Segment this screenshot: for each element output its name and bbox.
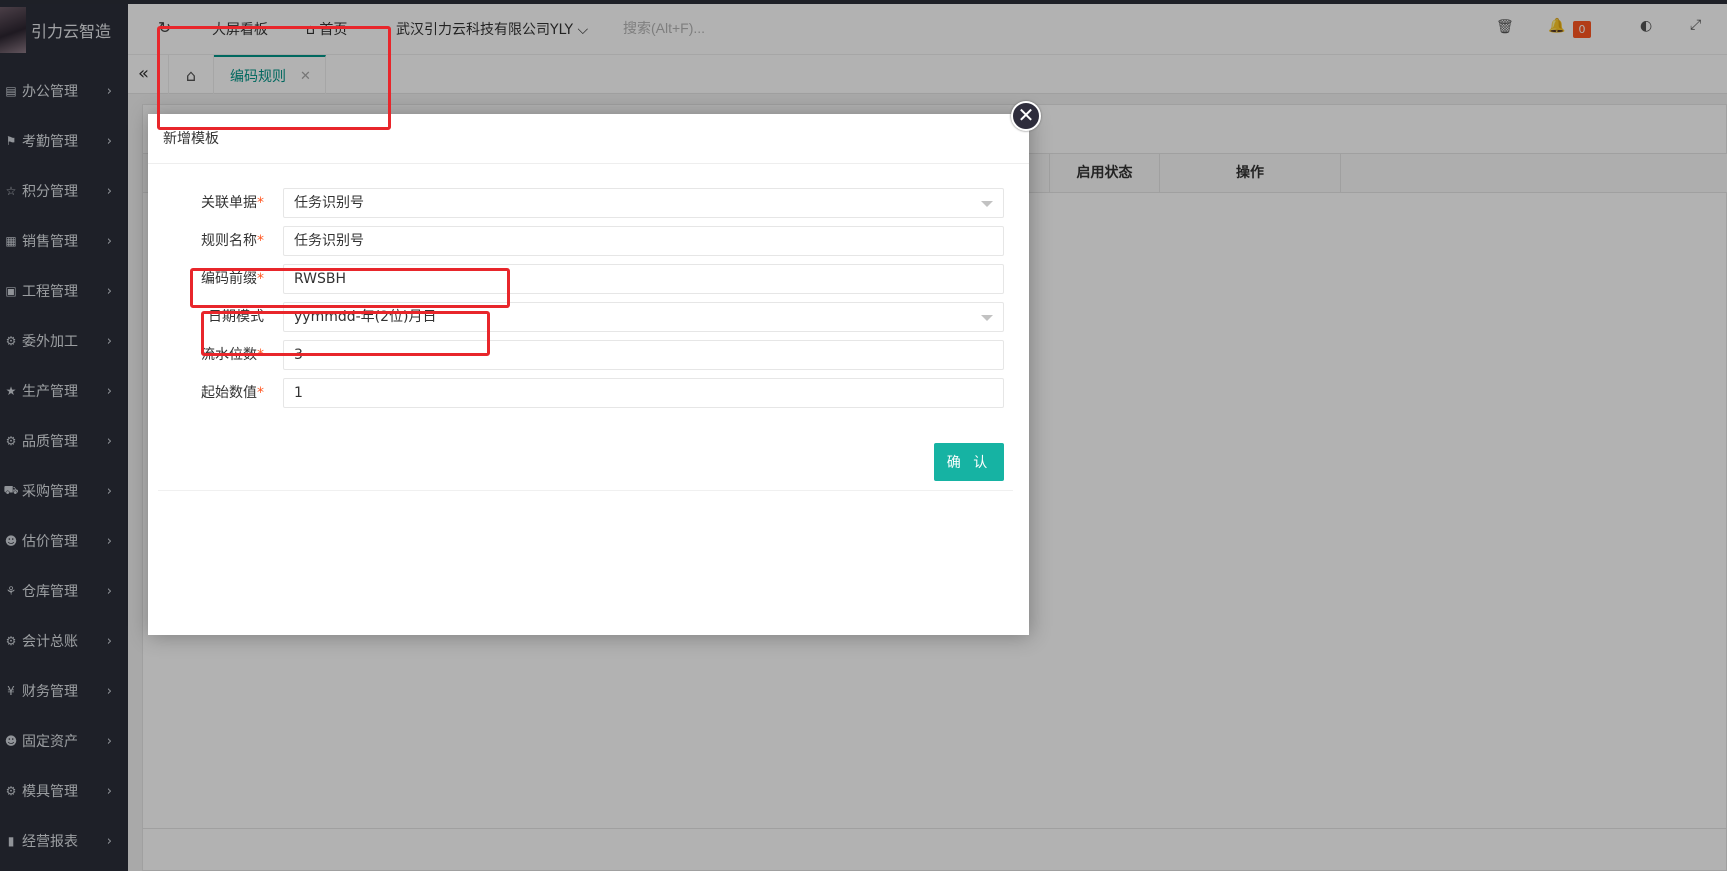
field-label-text: 规则名称	[201, 233, 257, 249]
add-template-dialog: 新增模板 ✕ 关联单据* 任务识别号 规则名称* 任务识别号 编码前缀* RWS…	[148, 101, 1041, 635]
required-mark: *	[257, 233, 264, 249]
annotation-box-code-prefix	[190, 268, 510, 308]
field-label-text: 关联单据	[201, 195, 257, 211]
start-value-label: 起始数值*	[168, 378, 278, 408]
confirm-button[interactable]: 确 认	[934, 443, 1004, 481]
linked-doc-value: 任务识别号	[294, 195, 364, 211]
annotation-box-date-mode	[201, 311, 490, 356]
form-row-start-value: 起始数值* 1	[158, 378, 1013, 408]
linked-doc-label: 关联单据*	[168, 188, 278, 218]
field-label-text: 起始数值	[201, 385, 257, 401]
form-row-linked-doc: 关联单据* 任务识别号	[158, 188, 1013, 218]
dropdown-caret-icon	[981, 201, 993, 207]
linked-doc-select[interactable]: 任务识别号	[283, 188, 1004, 218]
start-value-input[interactable]: 1	[283, 378, 1004, 408]
required-mark: *	[257, 195, 264, 211]
annotation-box-tab	[157, 26, 391, 130]
rule-name-label: 规则名称*	[168, 226, 278, 256]
form-row-rule-name: 规则名称* 任务识别号	[158, 226, 1013, 256]
required-mark: *	[257, 385, 264, 401]
rule-name-input[interactable]: 任务识别号	[283, 226, 1004, 256]
dialog-close-button[interactable]: ✕	[1011, 101, 1041, 131]
close-icon: ✕	[1017, 103, 1035, 127]
dropdown-caret-icon	[981, 315, 993, 321]
